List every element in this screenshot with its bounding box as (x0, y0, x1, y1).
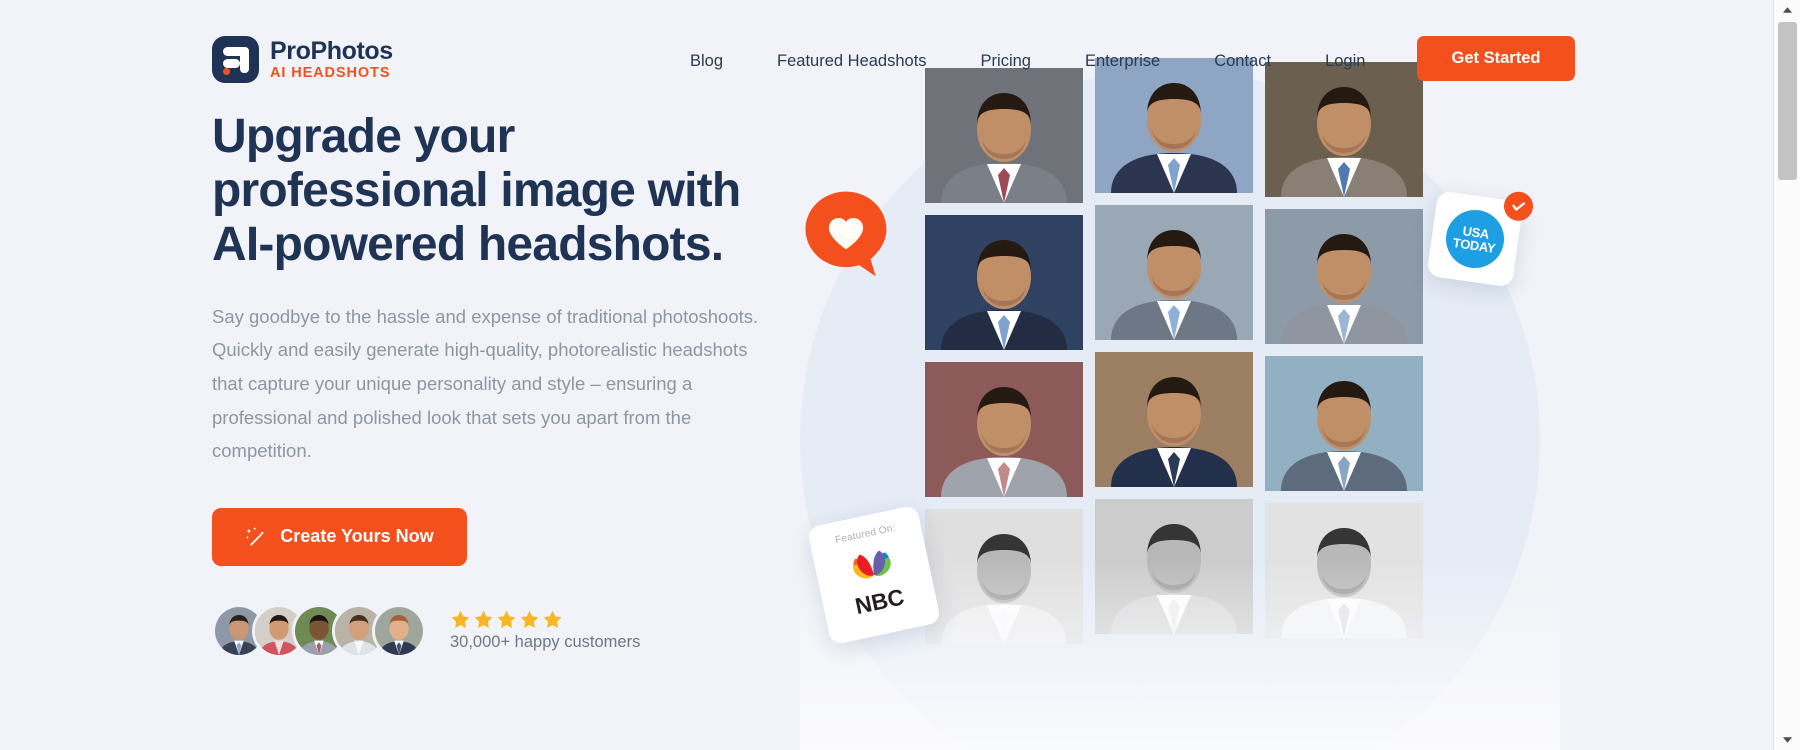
customer-count: 30,000+ happy customers (450, 633, 641, 652)
nav-link-contact[interactable]: Contact (1214, 46, 1271, 77)
headshot-city-skyline-navy-suit (1095, 58, 1253, 193)
main-navigation: Blog Featured Headshots Pricing Enterprise C… (690, 46, 1365, 77)
social-proof: 30,000+ happy customers (212, 603, 792, 658)
customer-avatars (212, 603, 426, 658)
star-icon (519, 609, 540, 630)
star-rating (450, 609, 640, 630)
page-title: Upgrade your professional image with AI-… (212, 110, 741, 272)
check-icon (1502, 189, 1535, 223)
caret-up-icon[interactable] (1774, 0, 1800, 20)
headshot-office-window-tweed-coat (1265, 62, 1423, 197)
usa-today-badge: USA TODAY (1426, 189, 1535, 288)
headshot-grayscale-studio (925, 509, 1083, 644)
headshot-red-building-gray-suit (925, 362, 1083, 497)
heart-speech-bubble-icon (800, 188, 892, 280)
svg-text:NBC: NBC (853, 583, 907, 619)
nav-link-pricing[interactable]: Pricing (981, 46, 1031, 77)
logo[interactable]: ProPhotos AI HEADSHOTS (212, 36, 393, 83)
star-icon (496, 609, 517, 630)
hero-description: Say goodbye to the hassle and expense of… (212, 305, 759, 462)
gallery-column-2 (1095, 0, 1253, 634)
prophotos-logo-icon (212, 36, 259, 83)
headshot-highrise-gray-suit (1095, 205, 1253, 340)
rating-block: 30,000+ happy customers (450, 609, 640, 652)
magic-wand-icon (245, 526, 267, 548)
caret-down-icon[interactable] (1774, 730, 1800, 750)
headshot-grayscale-office (1095, 499, 1253, 634)
nav-link-blog[interactable]: Blog (690, 46, 723, 77)
create-button-label: Create Yours Now (280, 526, 434, 547)
star-icon (473, 609, 494, 630)
star-icon (450, 609, 471, 630)
headshot-navy-backdrop-blue-tie (925, 215, 1083, 350)
headshot-gray-backdrop-burgundy-tie (925, 68, 1083, 203)
site-header: ProPhotos AI HEADSHOTS Blog Featured Head… (0, 0, 1773, 96)
hero-section: Upgrade your professional image with AI-… (212, 110, 792, 658)
page-scrollbar[interactable] (1773, 0, 1800, 750)
gallery-column-3 (1265, 0, 1423, 638)
landing-page: ProPhotos AI HEADSHOTS Blog Featured Head… (0, 0, 1800, 750)
headshot-tan-backdrop-navy-suit (1095, 352, 1253, 487)
headshot-blue-window-smiling (1265, 356, 1423, 491)
create-yours-now-button[interactable]: Create Yours Now (212, 507, 467, 566)
avatar (372, 603, 426, 658)
logo-title: ProPhotos (270, 37, 393, 66)
logo-tagline: AI HEADSHOTS (270, 65, 391, 82)
scrollbar-thumb[interactable] (1778, 22, 1797, 180)
get-started-button[interactable]: Get Started (1417, 36, 1575, 81)
nav-link-login[interactable]: Login (1325, 46, 1365, 77)
headshot-gallery-grid (925, 0, 1465, 750)
headshot-grayscale-skyline (1265, 503, 1423, 638)
nbc-peacock-icon: NBC (830, 536, 920, 626)
nav-link-enterprise[interactable]: Enterprise (1085, 46, 1160, 77)
nav-link-featured-headshots[interactable]: Featured Headshots (777, 46, 927, 77)
usa-today-line2: TODAY (1451, 235, 1497, 256)
gallery-column-1 (925, 0, 1083, 644)
star-icon (542, 609, 563, 630)
usa-today-icon: USA TODAY (1442, 206, 1508, 272)
headshot-skyline-light-gray-suit (1265, 209, 1423, 344)
